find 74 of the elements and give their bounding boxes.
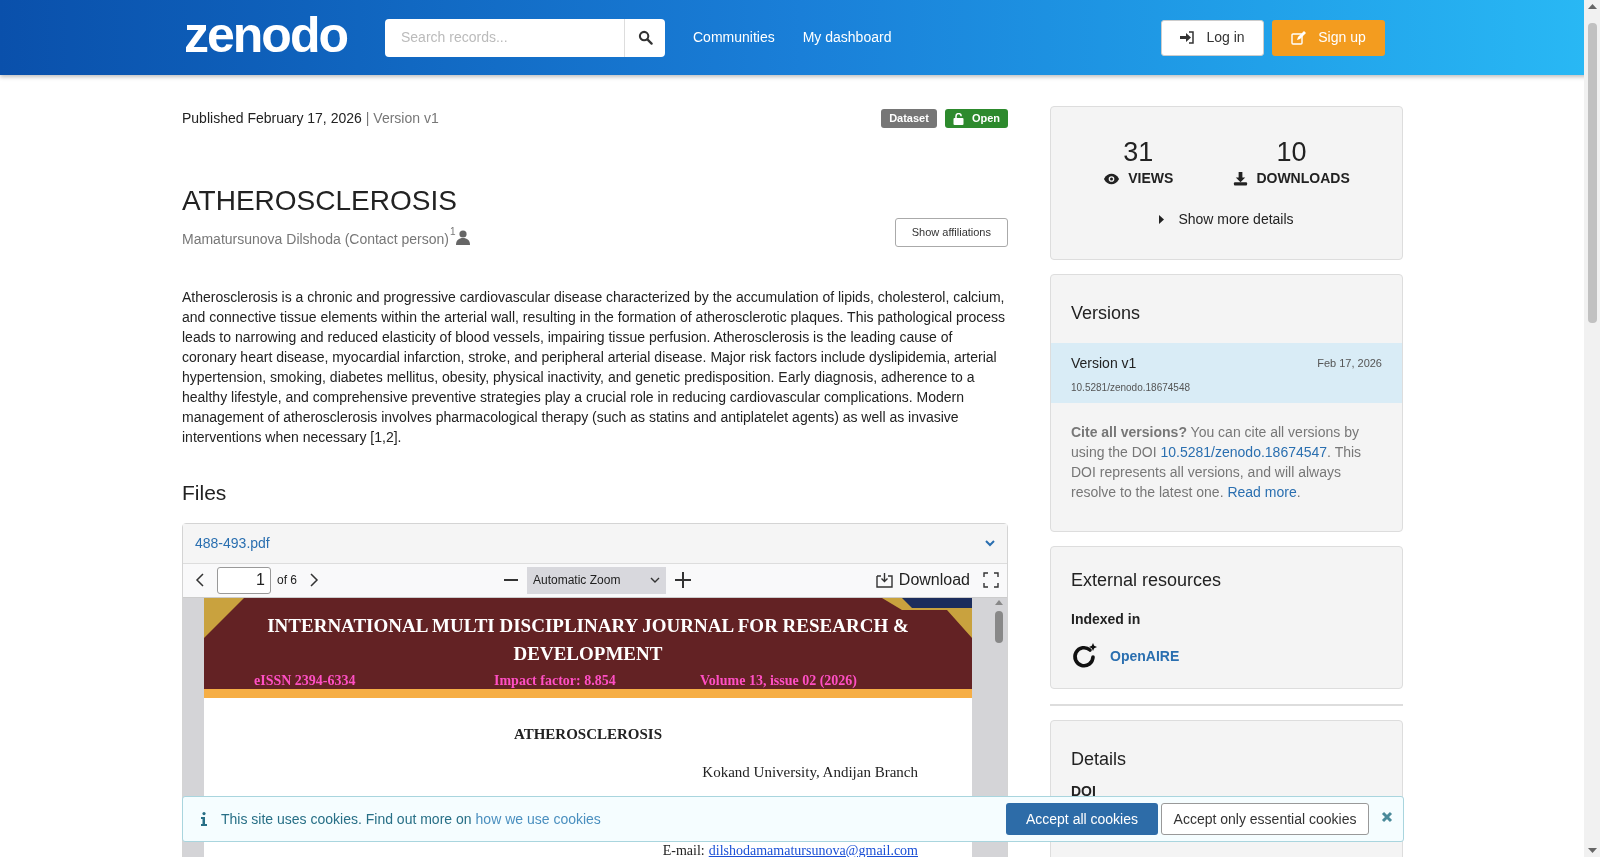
caret-right-icon [1159, 215, 1165, 224]
scroll-up-icon[interactable] [1587, 4, 1597, 9]
page-number-field[interactable]: 1 [217, 566, 271, 594]
files-heading: Files [182, 480, 228, 506]
cookie-message: This site uses cookies. Find out more on [221, 809, 472, 829]
stat-value: 10 [1276, 137, 1307, 167]
publication-date: Published February 17, 2026 [182, 109, 362, 128]
external-resources-heading: External resources [1071, 569, 1223, 592]
email-label: E-mail: [662, 843, 705, 857]
show-affiliations-button[interactable]: Show affiliations [894, 218, 1008, 247]
file-header[interactable]: 488-493.pdf [183, 523, 1007, 564]
eissn-text: eISSN 2394-6334 [254, 671, 357, 690]
cite-all-versions-text: Cite all versions? You can cite all versions by using the DOI 10.5281/zenodo.18674547. This DOI represents all versions, and will always resolve to the latest one. Read more. [1070, 423, 1363, 502]
stat-label: VIEWS [1128, 169, 1174, 188]
info-icon [201, 812, 207, 826]
stat-value: 31 [1123, 137, 1154, 167]
zoom-in-icon[interactable] [674, 571, 692, 589]
doi-link[interactable]: Read more [1227, 484, 1297, 500]
download-icon [1233, 171, 1249, 186]
versions-heading: Versions [1070, 302, 1142, 325]
scrollbar-thumb[interactable] [995, 610, 1003, 643]
description-paragraph: Atherosclerosis is a chronic and progressive cardiovascular disease characterized by the accumulation of lipids, cholesterol, calcium, and connective tissue elements within the arterial wall, resulting in the formation of atherosclerotic plaques. This pathological process leads to narrowing and reduced elasticity of blood vessels, impairing tissue perfusion. Atherosclerosis is the leading cause of coronary heart disease, myocardial infarction, stroke, and peripheral arterial disease. Major risk factors include dyslipidemia, arterial hypertension, smoking, diabetes mellitus, obesity, physical inactivity, and genetic predisposition. Early diagnosis, adherence to a healthy lifestyle, and comprehensive preventive strategies play a crucial role in reducing cardiovascular complications. Modern management of atherosclerosis involves pharmacological therapy (such as statins and antiplatelet agents) as well as invasive interventions when necessary [1,2]. [182, 288, 1007, 447]
volume-text: Volume 13, issue 02 (2026) [700, 671, 857, 690]
caret-icon [650, 577, 660, 583]
accept-all-cookies-button[interactable]: Accept all cookies [1005, 803, 1158, 835]
show-more-details-toggle[interactable]: Show more details [1159, 209, 1294, 230]
details-heading: Details [1071, 748, 1128, 771]
fullscreen-icon[interactable] [983, 572, 999, 588]
stat-label: DOWNLOADS [1256, 169, 1350, 188]
next-page-icon[interactable] [309, 572, 319, 588]
record-title: ATHEROSCLEROSIS [182, 187, 458, 215]
openaire-logo [1071, 643, 1098, 669]
version-item[interactable]: Version v1 Feb 17, 2026 10.5281/zenodo.18674548 [1051, 343, 1402, 403]
edit-icon [1291, 30, 1307, 45]
nav-link[interactable]: My dashboard [802, 27, 892, 48]
openaire-link[interactable]: OpenAIRE [1110, 645, 1180, 667]
article-title: ATHEROSCLEROSIS [512, 724, 664, 744]
close-icon[interactable] [1381, 811, 1393, 823]
cookie-policy-link[interactable]: how we use cookies [475, 808, 601, 830]
access-badge: Open [944, 109, 1008, 128]
file-name-link[interactable]: 488-493.pdf [195, 532, 270, 554]
chevron-down-icon [985, 539, 995, 547]
zoom-select[interactable]: Automatic Zoom [527, 566, 666, 594]
sign-in-icon [1180, 31, 1195, 44]
previous-page-icon[interactable] [195, 572, 205, 588]
email-link[interactable]: dilshodamamatursunova@gmail.com [708, 843, 918, 857]
search-icon [637, 30, 653, 45]
nav-link[interactable]: Communities [693, 27, 775, 48]
journal-title: INTERNATIONAL MULTI DISCIPLINARY JOURNAL FOR RESEARCH & DEVELOPMENT [266, 613, 910, 666]
login-button[interactable]: Log in [1161, 19, 1264, 56]
doi-link[interactable]: 10.5281/zenodo.18674547 [1160, 444, 1328, 460]
download-button[interactable]: Download [875, 568, 970, 592]
accept-essential-cookies-button[interactable]: Accept only essential cookies [1161, 803, 1369, 835]
version-name: Version v1 [1071, 354, 1137, 373]
version-label: | Version v1 [365, 109, 439, 128]
impact-factor-text: Impact factor: 8.854 [494, 671, 617, 690]
page-scrollbar[interactable] [1584, 0, 1600, 857]
unlock-icon [952, 112, 964, 125]
download-icon [875, 572, 893, 588]
eye-icon [1103, 172, 1121, 185]
affiliation-text: Kokand University, Andijan Branch [702, 763, 918, 782]
affiliation-number: 1 [449, 226, 456, 238]
scroll-down-icon[interactable] [1587, 848, 1597, 853]
detail-label: DOI [1071, 782, 1097, 801]
page-count: of 6 [277, 572, 297, 589]
corner-ornament-icon [204, 597, 244, 638]
indexed-in-label: Indexed in [1071, 610, 1142, 629]
person-icon [456, 230, 471, 245]
type-badge: Dataset [881, 109, 937, 128]
zenodo-logo[interactable]: zenodo [182, 6, 349, 63]
version-date: Feb 17, 2026 [1317, 356, 1382, 372]
scrollbar-thumb[interactable] [1587, 23, 1597, 323]
version-doi: 10.5281/zenodo.18674548 [1071, 381, 1191, 395]
creator-name[interactable]: Mamatursunova Dilshoda (Contact person) [182, 229, 449, 250]
